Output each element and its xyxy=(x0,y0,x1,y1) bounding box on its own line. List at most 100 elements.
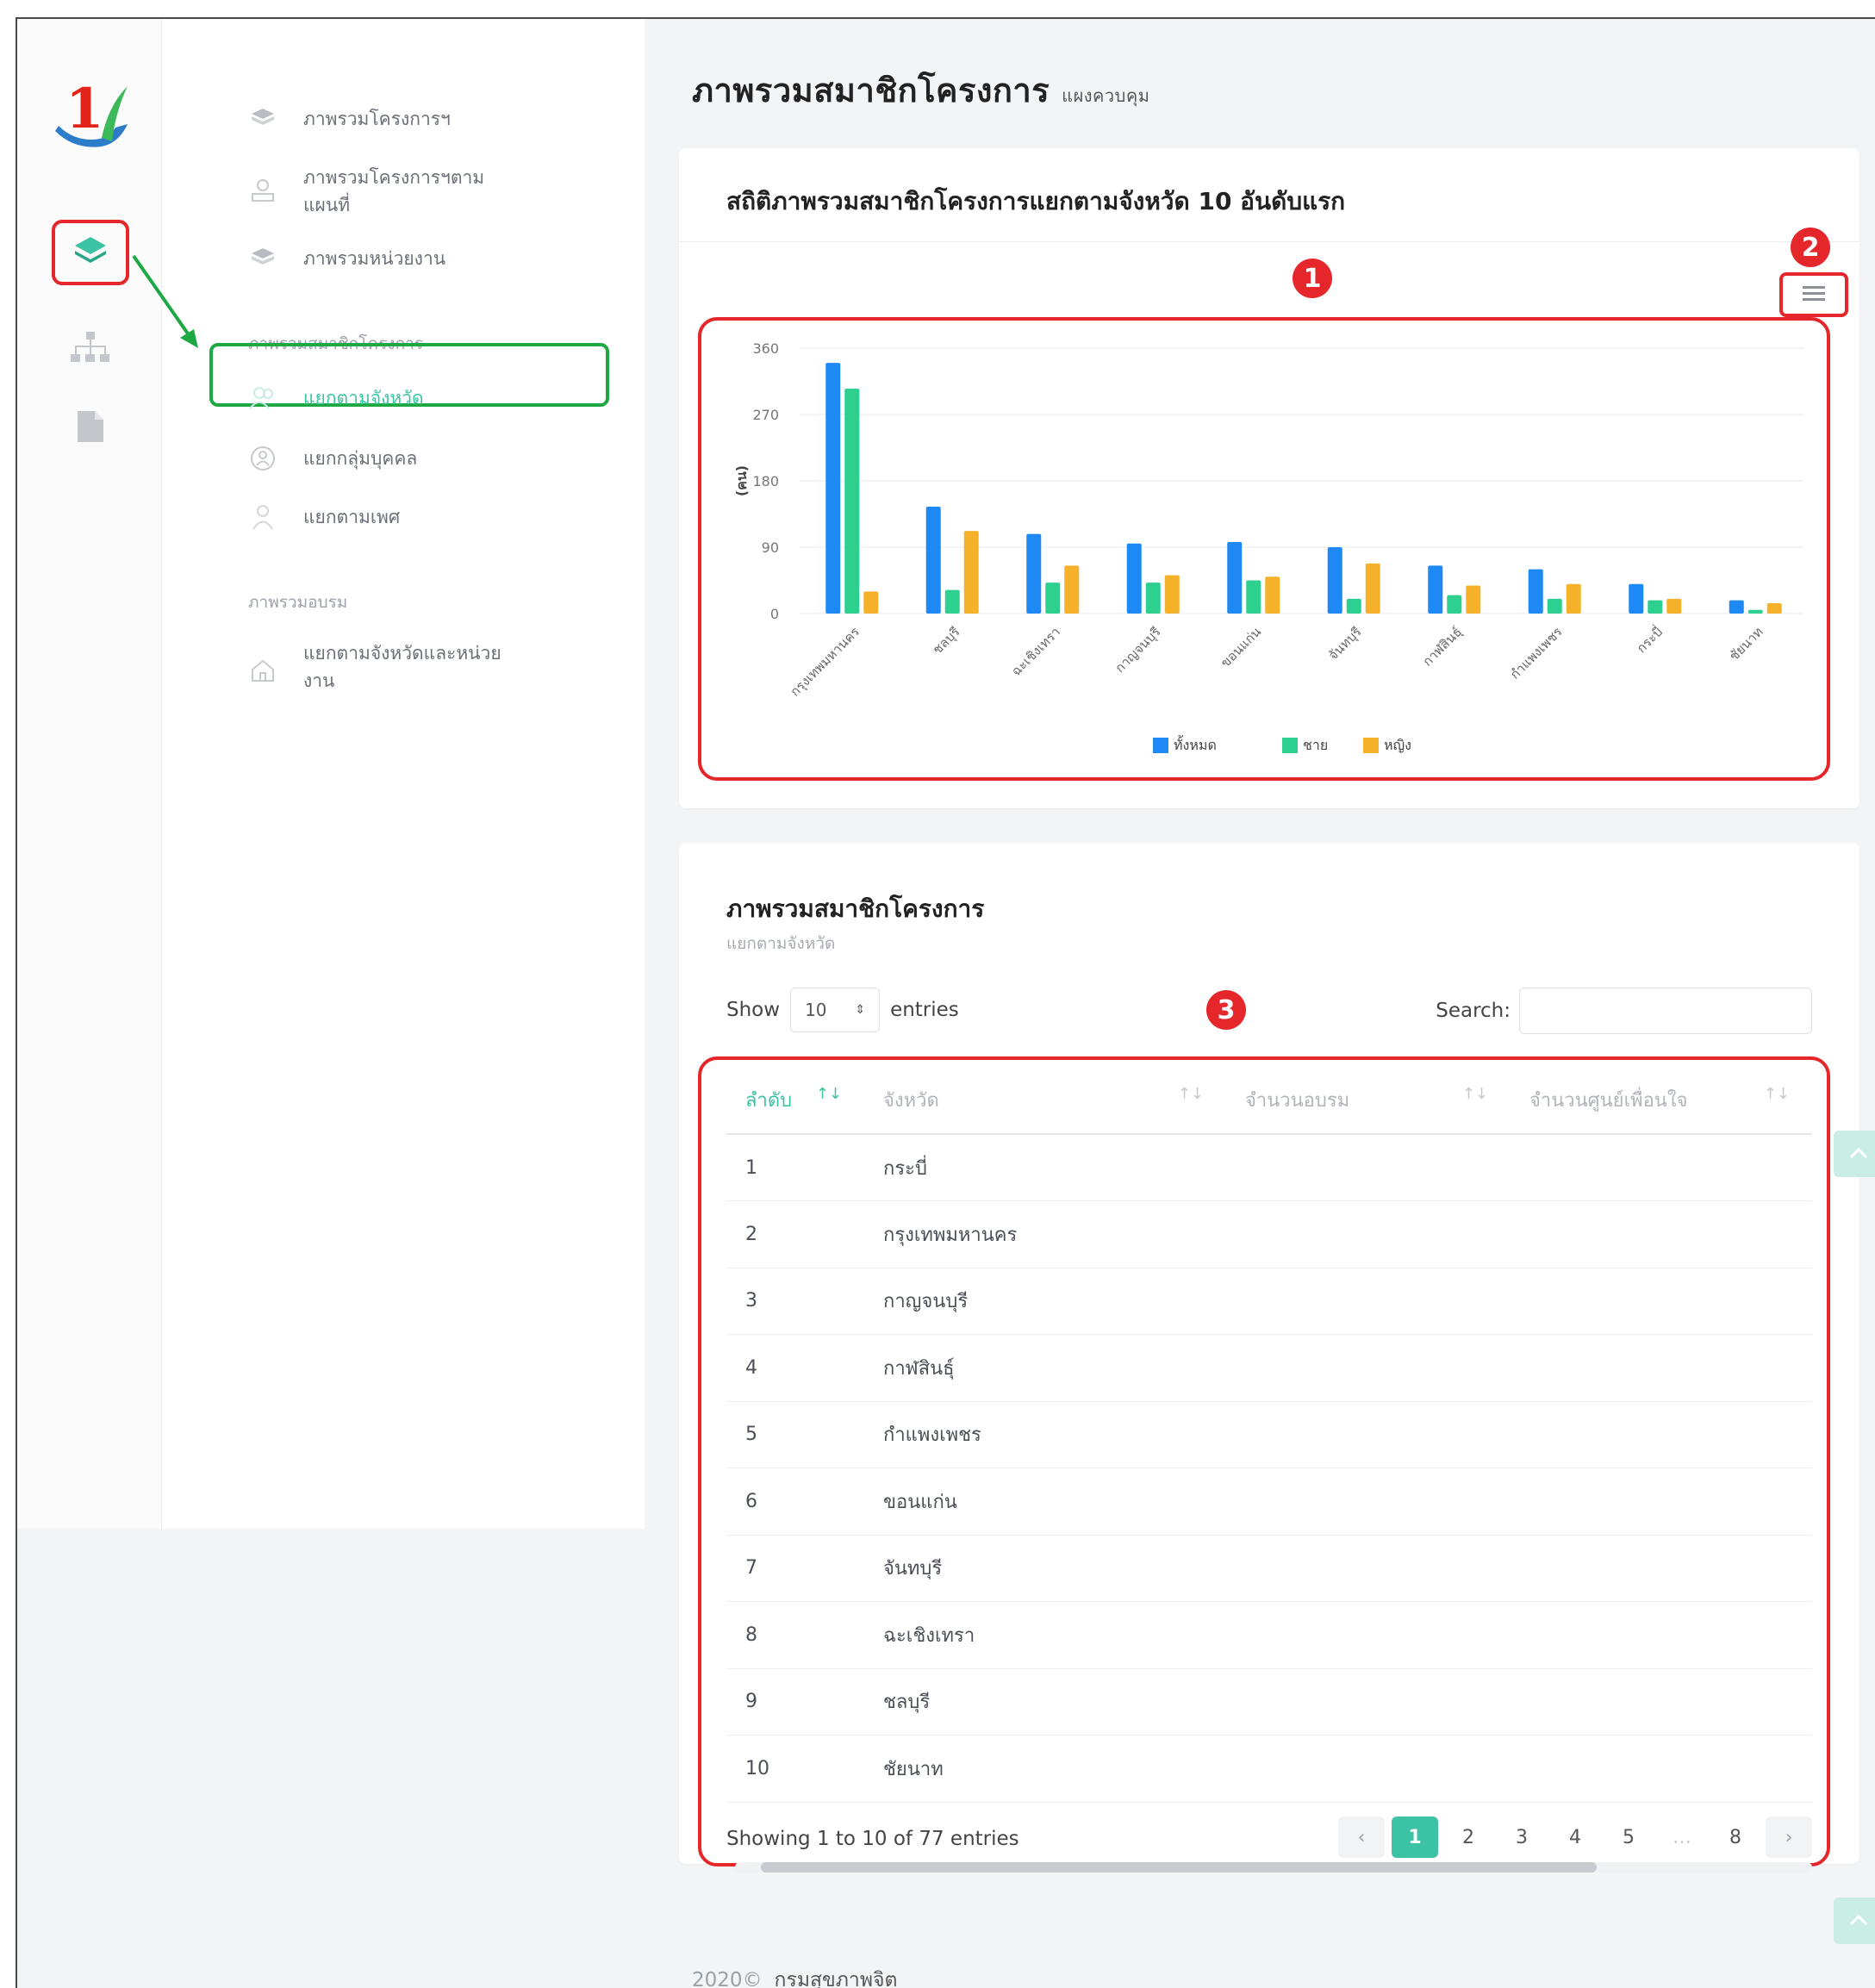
table-row: 4 กาฬสินธุ์ xyxy=(726,1334,1812,1402)
menu-item-training-by-province[interactable]: แยกตามจังหวัดและหน่วยงาน xyxy=(248,639,527,695)
pagination-page-5[interactable]: 5 xyxy=(1605,1817,1652,1858)
bar-chart: 0 90 180 270 360 (คน) กรุงเทพมหานคร ชลบุรี ฉะเชิ… xyxy=(733,340,1803,753)
table-horizontal-scrollbar[interactable] xyxy=(735,1862,1812,1873)
bar-female xyxy=(1265,576,1280,614)
search-input[interactable] xyxy=(1519,988,1812,1034)
legend-label: หญิง xyxy=(1384,737,1411,753)
bar-total xyxy=(1428,565,1443,614)
pagination-prev-button[interactable]: ‹ xyxy=(1338,1817,1385,1858)
menu-item-agency-overview[interactable]: ภาพรวมหน่วยงาน xyxy=(248,245,527,272)
legend-label: ทั้งหมด xyxy=(1174,735,1217,753)
chevron-up-icon xyxy=(1849,1913,1868,1929)
chart-card: สถิติภาพรวมสมาชิกโครงการแยกตามจังหวัด 10… xyxy=(679,148,1859,808)
cell-rank: 7 xyxy=(726,1535,864,1602)
scroll-to-top-button[interactable] xyxy=(1834,1131,1875,1177)
menu-section-training: ภาพรวมอบรม xyxy=(248,593,348,612)
x-tick-label: กรุงเทพมหานคร xyxy=(787,624,863,700)
sort-icon: ↑↓ xyxy=(1763,1085,1790,1103)
pagination-page-4[interactable]: 4 xyxy=(1552,1817,1598,1858)
scroll-to-top-button-bottom[interactable] xyxy=(1834,1898,1875,1944)
cell-province: ชัยนาท xyxy=(864,1735,1226,1803)
cell-rank: 5 xyxy=(726,1401,864,1468)
bar-total xyxy=(925,506,941,614)
table-row: 6 ขอนแก่น xyxy=(726,1468,1812,1536)
bar-female xyxy=(1766,603,1782,614)
scrollbar-thumb[interactable] xyxy=(761,1862,1597,1873)
cell-rank: 2 xyxy=(726,1200,864,1268)
bar-total xyxy=(1528,569,1543,614)
menu-item-by-province[interactable]: แยกตามจังหวัด xyxy=(248,384,527,412)
hamburger-icon xyxy=(1801,284,1827,305)
cell-province: ขอนแก่น xyxy=(864,1468,1226,1536)
table-row: 10 ชัยนาท xyxy=(726,1735,1812,1803)
app-window: 1 ภาพรวมโครงการฯ ภาพรวมโครงการฯตามแผนที่… xyxy=(16,17,1875,1988)
x-tick-label: กำแพงเพชร xyxy=(1507,624,1566,682)
users-icon xyxy=(248,384,277,412)
pagination-page-3[interactable]: 3 xyxy=(1498,1817,1545,1858)
pagination: ‹ 1 2 3 4 5 … 8 › xyxy=(1338,1817,1812,1858)
bar-female xyxy=(1365,563,1380,614)
x-tick-label: กาฬสินธุ์ xyxy=(1420,624,1466,670)
page-size-select[interactable]: 10 ⇕ xyxy=(790,988,881,1032)
rail-document-button[interactable] xyxy=(60,398,121,458)
column-header-rank[interactable]: ลำดับ ↑↓ xyxy=(726,1067,864,1135)
menu-item-label: แยกตามเพศ xyxy=(303,507,401,527)
bar-male xyxy=(1045,583,1061,614)
bar-total xyxy=(825,363,841,614)
chart-export-menu-button[interactable] xyxy=(1779,272,1848,317)
table-card-title: ภาพรวมสมาชิกโครงการ xyxy=(726,894,985,923)
select-arrows-icon: ⇕ xyxy=(855,1003,866,1017)
cell-province: กำแพงเพชร xyxy=(864,1401,1226,1468)
bar-female xyxy=(1064,565,1080,614)
cell-rank: 4 xyxy=(726,1334,864,1402)
menu-item-by-gender[interactable]: แยกตามเพศ xyxy=(248,503,527,531)
bar-male xyxy=(1447,595,1462,614)
sort-icon: ↑↓ xyxy=(1177,1085,1204,1103)
legend-label: ชาย xyxy=(1303,737,1328,753)
menu-item-project-map[interactable]: ภาพรวมโครงการฯตามแผนที่ xyxy=(248,164,527,219)
column-header-center-count[interactable]: จำนวนศูนย์เพื่อนใจ ↑↓ xyxy=(1511,1067,1812,1135)
x-tick-label: กาญจนบุรี xyxy=(1112,624,1165,676)
menu-item-by-group[interactable]: แยกกลุ่มบุคคล xyxy=(248,445,527,472)
table-row: 3 กาญจนบุรี xyxy=(726,1268,1812,1335)
cube-icon xyxy=(248,245,277,272)
cube-icon xyxy=(248,105,277,133)
page-title: ภาพรวมสมาชิกโครงการ แผงควบคุม xyxy=(692,64,1149,116)
cell-rank: 9 xyxy=(726,1668,864,1736)
bar-male xyxy=(844,389,860,614)
table-row: 7 จันทบุรี xyxy=(726,1535,1812,1602)
bar-total xyxy=(1026,533,1042,614)
cell-rank: 6 xyxy=(726,1468,864,1536)
column-header-province[interactable]: จังหวัด ↑↓ xyxy=(864,1067,1226,1135)
pagination-next-button[interactable]: › xyxy=(1766,1817,1812,1858)
entries-label: entries xyxy=(890,999,959,1021)
show-label: Show xyxy=(726,999,781,1021)
main-content: ภาพรวมสมาชิกโครงการ แผงควบคุม สถิติภาพรวม… xyxy=(645,19,1875,1988)
column-header-training-count[interactable]: จำนวนอบรม ↑↓ xyxy=(1226,1067,1511,1135)
sort-icon: ↑↓ xyxy=(1461,1085,1488,1103)
chevron-up-icon xyxy=(1849,1146,1868,1162)
menu-item-label: แยกตามจังหวัด xyxy=(303,388,424,408)
bar-female xyxy=(1566,583,1581,614)
footer: 2020© กรมสุขภาพจิต xyxy=(692,1965,897,1988)
table-row: 5 กำแพงเพชร xyxy=(726,1401,1812,1468)
annotation-badge-3: 3 xyxy=(1206,990,1246,1030)
page-title-text: ภาพรวมสมาชิกโครงการ xyxy=(692,72,1050,109)
bar-total xyxy=(1629,583,1644,614)
y-tick-label: 270 xyxy=(752,407,779,423)
pagination-page-8[interactable]: 8 xyxy=(1712,1817,1759,1858)
x-tick-label: ฉะเชิงเทรา xyxy=(1008,624,1063,679)
menu-item-label: ภาพรวมโครงการฯ xyxy=(303,109,451,129)
cell-province: กาญจนบุรี xyxy=(864,1268,1226,1335)
person-icon xyxy=(248,503,277,531)
bar-male xyxy=(944,589,960,614)
search-control: Search: xyxy=(1436,988,1812,1034)
menu-item-project-overview[interactable]: ภาพรวมโครงการฯ xyxy=(248,105,527,133)
menu-item-label: แยกกลุ่มบุคคล xyxy=(303,448,418,469)
annotation-arrow xyxy=(132,254,198,348)
pagination-page-1[interactable]: 1 xyxy=(1392,1817,1438,1858)
pagination-page-2[interactable]: 2 xyxy=(1445,1817,1492,1858)
column-header-label: จำนวนศูนย์เพื่อนใจ xyxy=(1529,1090,1688,1112)
cell-rank: 8 xyxy=(726,1601,864,1669)
table-row: 2 กรุงเทพมหานคร xyxy=(726,1200,1812,1268)
